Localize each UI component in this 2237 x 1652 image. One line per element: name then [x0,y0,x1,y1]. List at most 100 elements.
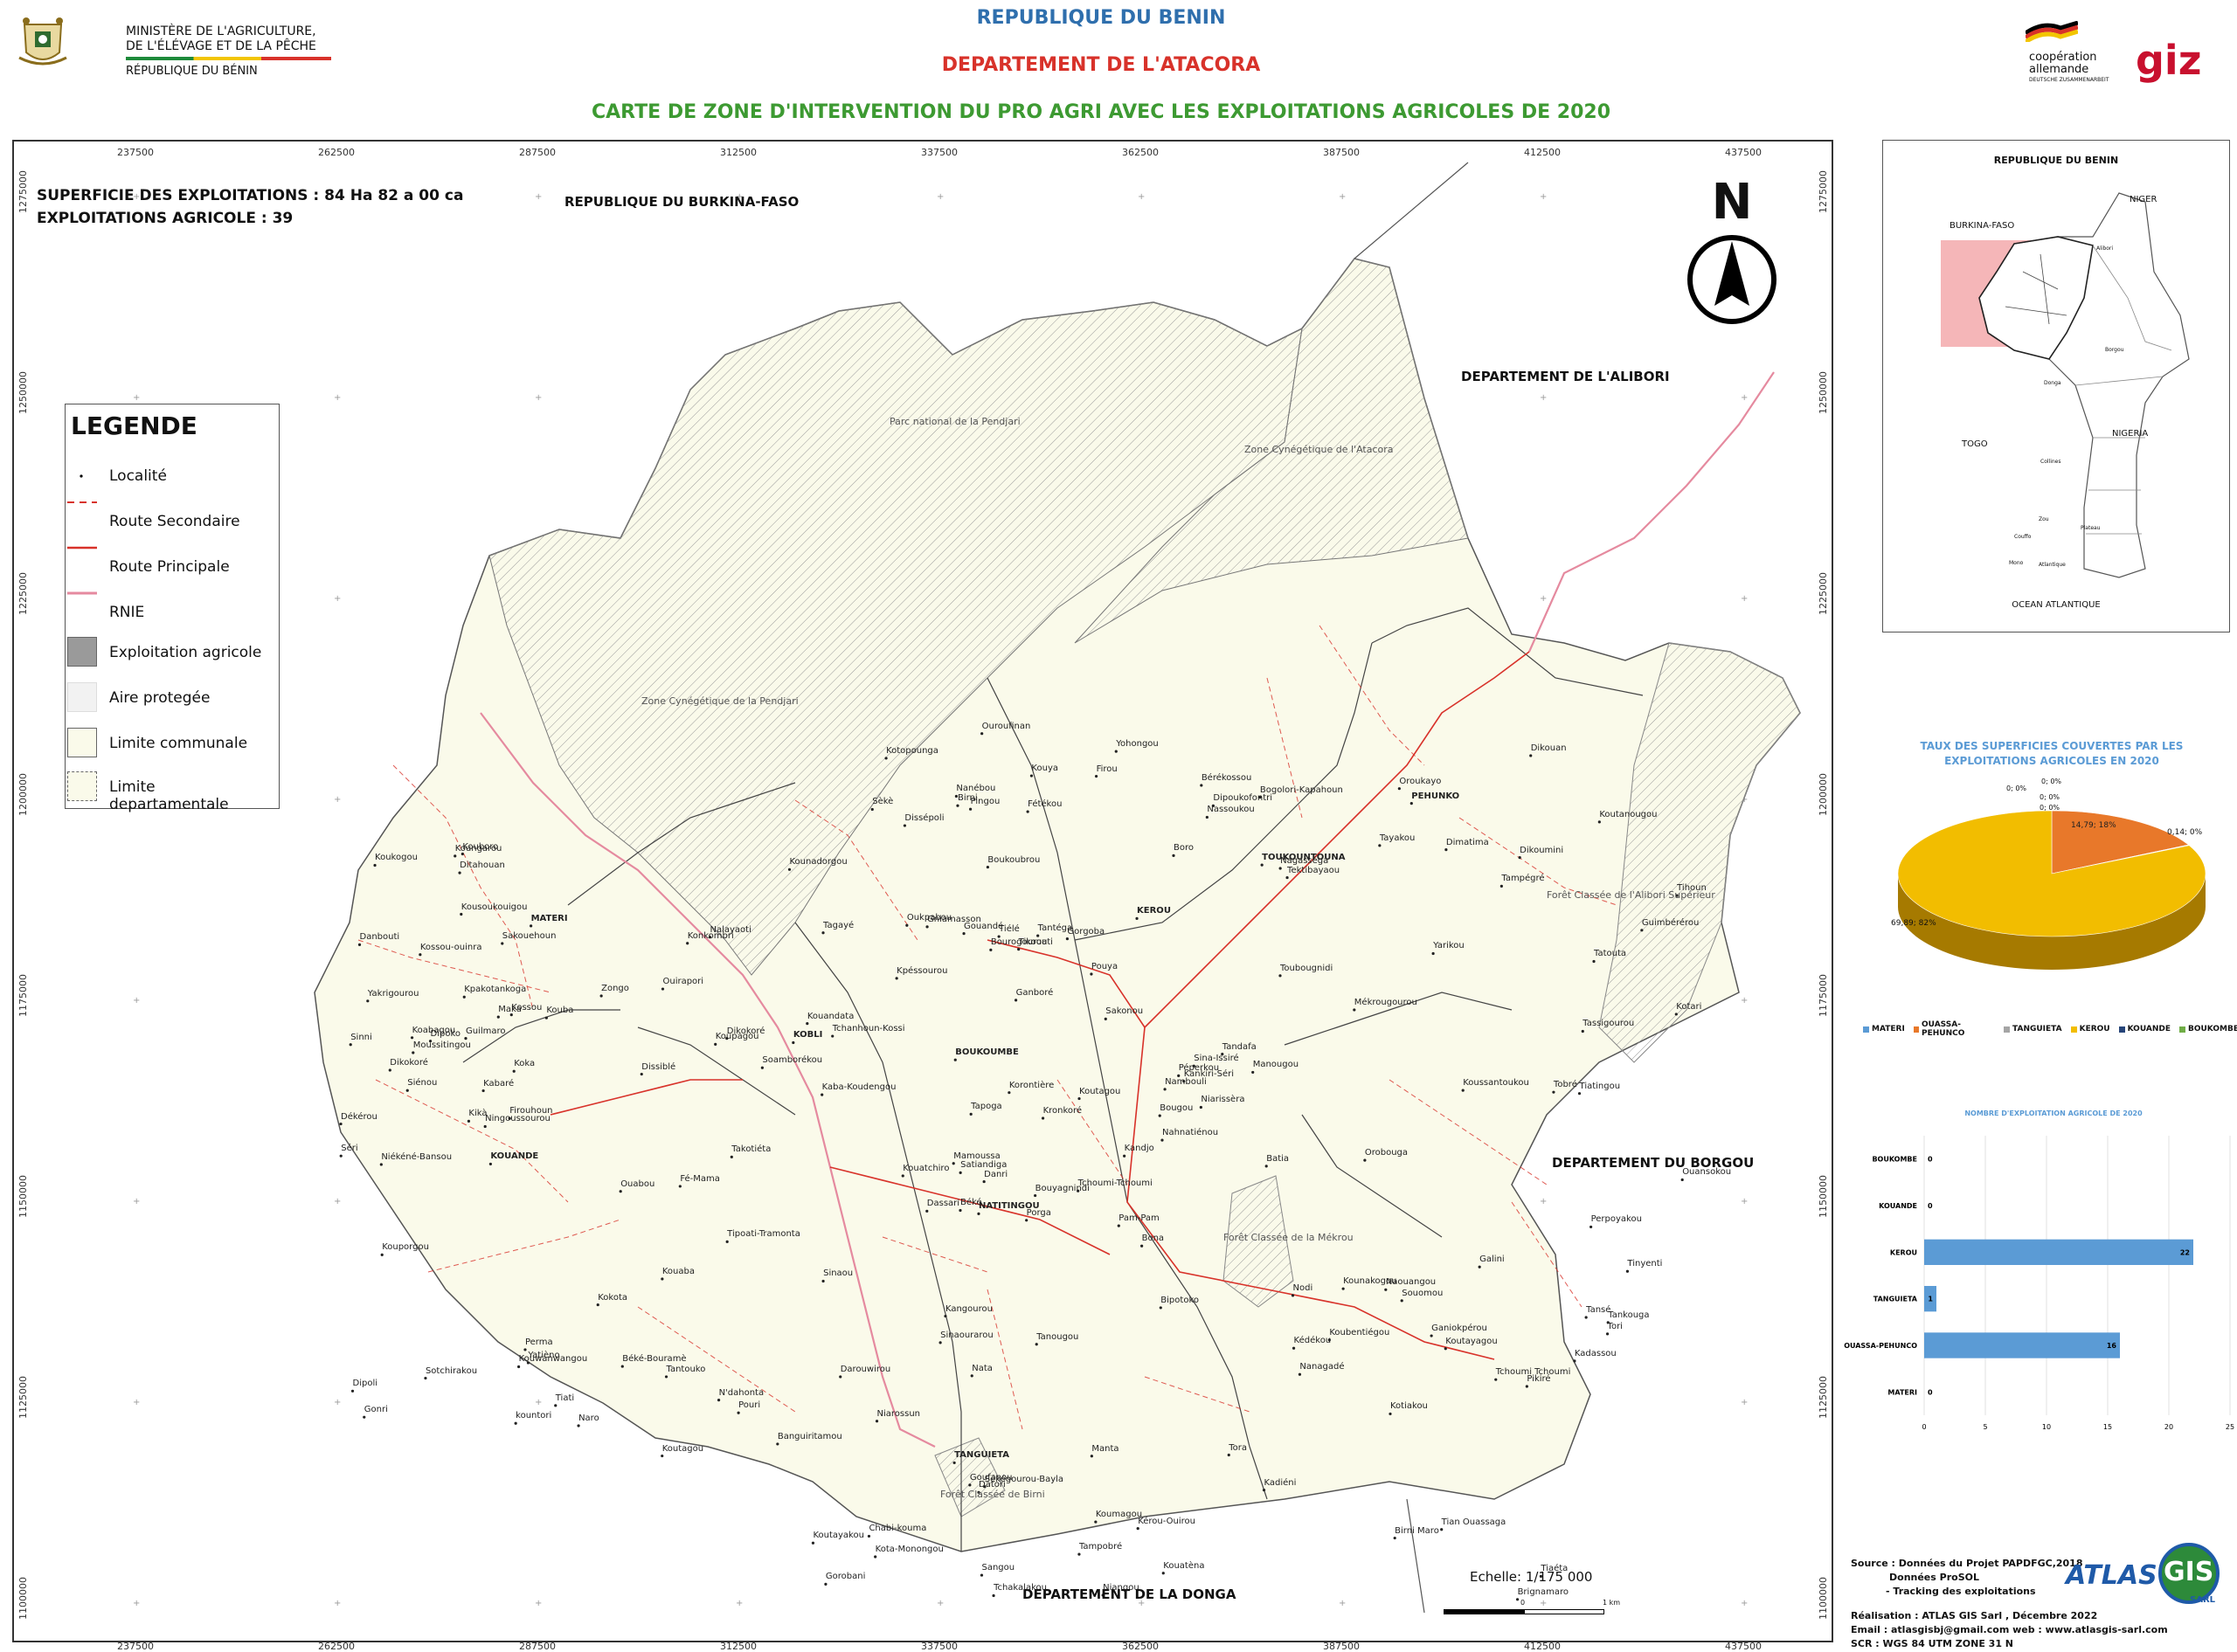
locality-label: N'dahonta [718,1387,765,1398]
locality-label: Chabi-kouma [869,1524,927,1534]
locality-label: Nanébou [956,784,996,794]
locality-dot [1161,1572,1165,1575]
locality-dot [1680,1178,1684,1182]
locality-label: Brignamaro [1517,1586,1569,1597]
locality-dot [1008,1091,1011,1095]
locality-dot [1341,1287,1345,1290]
locality-dot [1017,948,1021,951]
pie-legend-label: BOUKOMBE [2187,1025,2237,1033]
giz-sub2: allemande [2029,63,2089,76]
pie-legend-item: KEROU [2070,1020,2110,1038]
locality-label: Kouporgou [382,1242,429,1253]
locality-label: Pikiré [1527,1374,1551,1385]
giz-sub1: coopération [2029,51,2097,64]
locality-label: Sangou [981,1563,1015,1573]
farm-swatch-icon [67,637,97,667]
pie-legend-swatch [1913,1026,1920,1033]
locality-label: Tiélé [999,924,1020,935]
bar-kerou [1924,1239,2193,1265]
svg-text:+: + [133,1197,140,1206]
locality-label: Batia [1266,1153,1290,1164]
locality-label: Pouri [738,1400,761,1411]
main-road-icon [67,546,97,550]
locality-label: Siénou [407,1078,438,1089]
locality-label: Dimatima [1445,837,1489,847]
inset-label-alibori: Alibori [2096,245,2114,252]
locality-label: Sina-Issiré [1194,1054,1239,1064]
locality-label: Koutayakou [813,1531,864,1541]
locality-label: Firou [1096,764,1118,774]
locality-dot [905,923,909,927]
locality-label: Souomou [1402,1288,1444,1298]
locality-dot [1025,1219,1028,1222]
scale-tick-1: 1 km [1603,1599,1621,1607]
svg-text:+: + [334,594,341,604]
locality-dot [1384,1288,1388,1291]
locality-dot [419,953,422,957]
locality-label: Dikouan [1530,743,1567,753]
locality-dot [1090,1455,1093,1458]
locality-dot [424,1376,427,1380]
locality-label: Boukoubrou [987,854,1041,865]
locality-dot [962,931,966,936]
inset-label-borgou: Borgou [2105,347,2124,353]
pie-legend-label: MATERI [1872,1025,1905,1033]
locality-label: Koabagou [412,1025,456,1035]
locality-label: Guilmaro [465,1026,506,1036]
locality-label: Tampobré [1078,1542,1123,1552]
locality-dot [577,1424,580,1427]
legend-item-communal: Limite communale [66,722,271,757]
locality-label: Sinaourarou [940,1330,994,1340]
locality-dot [363,1415,366,1419]
department-swatch-icon [67,771,97,801]
locality-label: Ganboré [1015,987,1054,998]
locality-label: Kabaré [483,1078,515,1089]
locality-label: Tankouga [1608,1310,1650,1320]
locality-label: Tektibayaou [1287,865,1340,875]
locality-label: Bourogourou [990,937,1048,948]
y-tick-right: 1150000 [1818,1175,1829,1218]
locality-label: Bérékossou [1201,772,1252,783]
inset-label-donga: Donga [2044,380,2061,386]
locality-dot [1529,754,1533,757]
locality-label: Kouaba [661,1266,695,1276]
locality-label: Darouwirou [840,1364,891,1374]
locality-label: Séri [341,1144,358,1154]
svg-text:+: + [535,393,542,403]
locality-label: Toubougnidi [1279,963,1333,973]
locality-dot [1205,815,1209,819]
locality-dot [1625,1269,1630,1273]
svg-text:+: + [133,393,140,403]
locality-dot [366,999,370,1003]
locality-dot [1298,1372,1302,1376]
legend-item-farm: Exploitation agricole [66,632,271,667]
pie-label-zero2: 0; 0% [2041,778,2062,785]
svg-text:+: + [1540,393,1547,403]
locality-label: Bogolori-Kapahoun [1259,785,1343,795]
area-stat: SUPERFICIE DES EXPLOITATIONS : 84 Ha 82 … [37,187,464,204]
locality-dot [530,924,533,928]
locality-dot [554,1404,558,1407]
locality-label: Koutayagou [1445,1336,1498,1346]
locality-dot [661,1454,664,1458]
locality-dot [1430,1334,1433,1337]
atlas-gis-logo: ATLAS GIS SARL [2066,1543,2223,1611]
locality-dot [952,1461,956,1465]
inset-label-nigeria: NIGERIA [2112,429,2149,439]
locality-label: Nodi [1292,1282,1313,1293]
gis-wordmark: GIS [2164,1557,2214,1587]
locality-dot [357,943,362,946]
label-atacora-zone: Zone Cynégétique de l'Atacora [1244,444,1394,455]
locality-dot [714,1042,717,1047]
locality-dot [1292,1346,1296,1350]
locality-dot [410,1036,414,1040]
locality-label: Kokota [598,1292,628,1303]
locality-dot [380,1253,384,1256]
svg-text:+: + [334,795,341,805]
bar-category-label: KEROU [1890,1248,1917,1256]
locality-label: Koubentiégou [1329,1327,1390,1337]
bar-value-label: 16 [2107,1342,2117,1350]
y-tick-left: 1125000 [17,1376,29,1419]
locality-dot [544,1016,548,1020]
x-tick-top: 287500 [519,147,556,158]
